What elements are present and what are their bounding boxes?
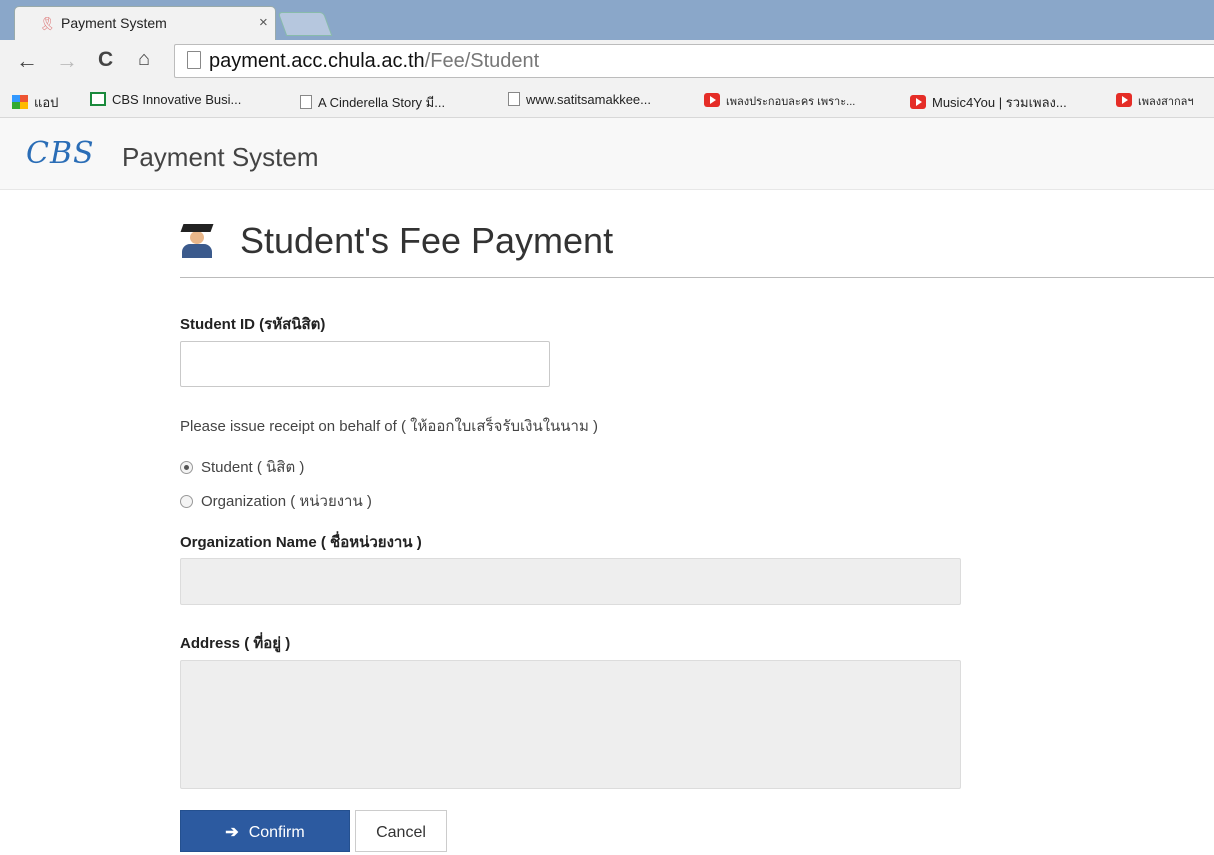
- ribbon-favicon-icon: 🎗: [39, 16, 56, 31]
- app-navbar: CBS Payment System: [0, 118, 1214, 190]
- reload-icon[interactable]: C: [98, 48, 113, 72]
- arrow-right-icon: ➔: [225, 824, 239, 841]
- student-id-input[interactable]: [180, 341, 550, 387]
- receipt-prompt: Please issue receipt on behalf of ( ให้อ…: [180, 418, 599, 435]
- tab-close-icon[interactable]: ×: [259, 14, 268, 31]
- browser-tab[interactable]: 🎗 Payment System ×: [14, 6, 276, 40]
- youtube-icon: [1116, 93, 1132, 107]
- address-textarea[interactable]: [180, 660, 961, 789]
- bookmarks-bar: แอป CBS Innovative Busi... A Cinderella …: [0, 84, 1214, 118]
- cbs-logo[interactable]: CBS: [26, 136, 95, 171]
- address-bar[interactable]: payment.acc.chula.ac.th/Fee/Student: [174, 44, 1214, 78]
- confirm-button[interactable]: ➔ Confirm: [180, 810, 350, 852]
- graduate-icon: [180, 224, 214, 258]
- radio-button[interactable]: [180, 495, 193, 508]
- back-icon[interactable]: ←: [16, 48, 38, 74]
- organization-name-input[interactable]: [180, 558, 961, 605]
- browser-toolbar: ← → C ⌂ payment.acc.chula.ac.th/Fee/Stud…: [0, 40, 1214, 84]
- url-text: payment.acc.chula.ac.th/Fee/Student: [209, 50, 540, 72]
- app-name[interactable]: Payment System: [122, 142, 319, 173]
- youtube-icon: [910, 95, 926, 109]
- page-header: Student's Fee Payment: [180, 218, 1214, 278]
- page-icon: [187, 51, 201, 69]
- apps-icon: [12, 95, 28, 109]
- sheets-icon: [90, 92, 106, 106]
- student-id-label: Student ID (รหัสนิสิต): [180, 316, 326, 333]
- page-icon: [508, 92, 520, 106]
- cancel-button[interactable]: Cancel: [355, 810, 447, 852]
- radio-button[interactable]: [180, 461, 193, 474]
- bookmark-satit[interactable]: www.satitsamakkee...: [508, 92, 651, 107]
- bookmark-youtube-1[interactable]: เพลงประกอบละคร เพราะ...: [704, 92, 855, 110]
- bookmark-cbs[interactable]: CBS Innovative Busi...: [90, 92, 241, 107]
- address-label: Address ( ที่อยู่ ): [180, 635, 291, 652]
- bookmark-apps[interactable]: แอป: [12, 92, 58, 113]
- page-title: Student's Fee Payment: [240, 220, 614, 261]
- new-tab-button[interactable]: [277, 12, 333, 36]
- radio-student[interactable]: Student ( นิสิต ): [180, 455, 304, 479]
- forward-icon[interactable]: →: [56, 48, 78, 74]
- page-icon: [300, 95, 312, 109]
- organization-name-label: Organization Name ( ชื่อหน่วยงาน ): [180, 534, 422, 551]
- youtube-icon: [704, 93, 720, 107]
- home-icon[interactable]: ⌂: [138, 48, 150, 71]
- bookmark-youtube-2[interactable]: Music4You | รวมเพลง...: [910, 92, 1067, 113]
- tab-title: Payment System: [61, 15, 167, 31]
- bookmark-youtube-3[interactable]: เพลงสากลฯ: [1116, 92, 1194, 110]
- radio-organization[interactable]: Organization ( หน่วยงาน ): [180, 489, 372, 513]
- browser-tabstrip: 🎗 Payment System ×: [0, 0, 1214, 40]
- bookmark-cinderella[interactable]: A Cinderella Story มี...: [300, 92, 445, 113]
